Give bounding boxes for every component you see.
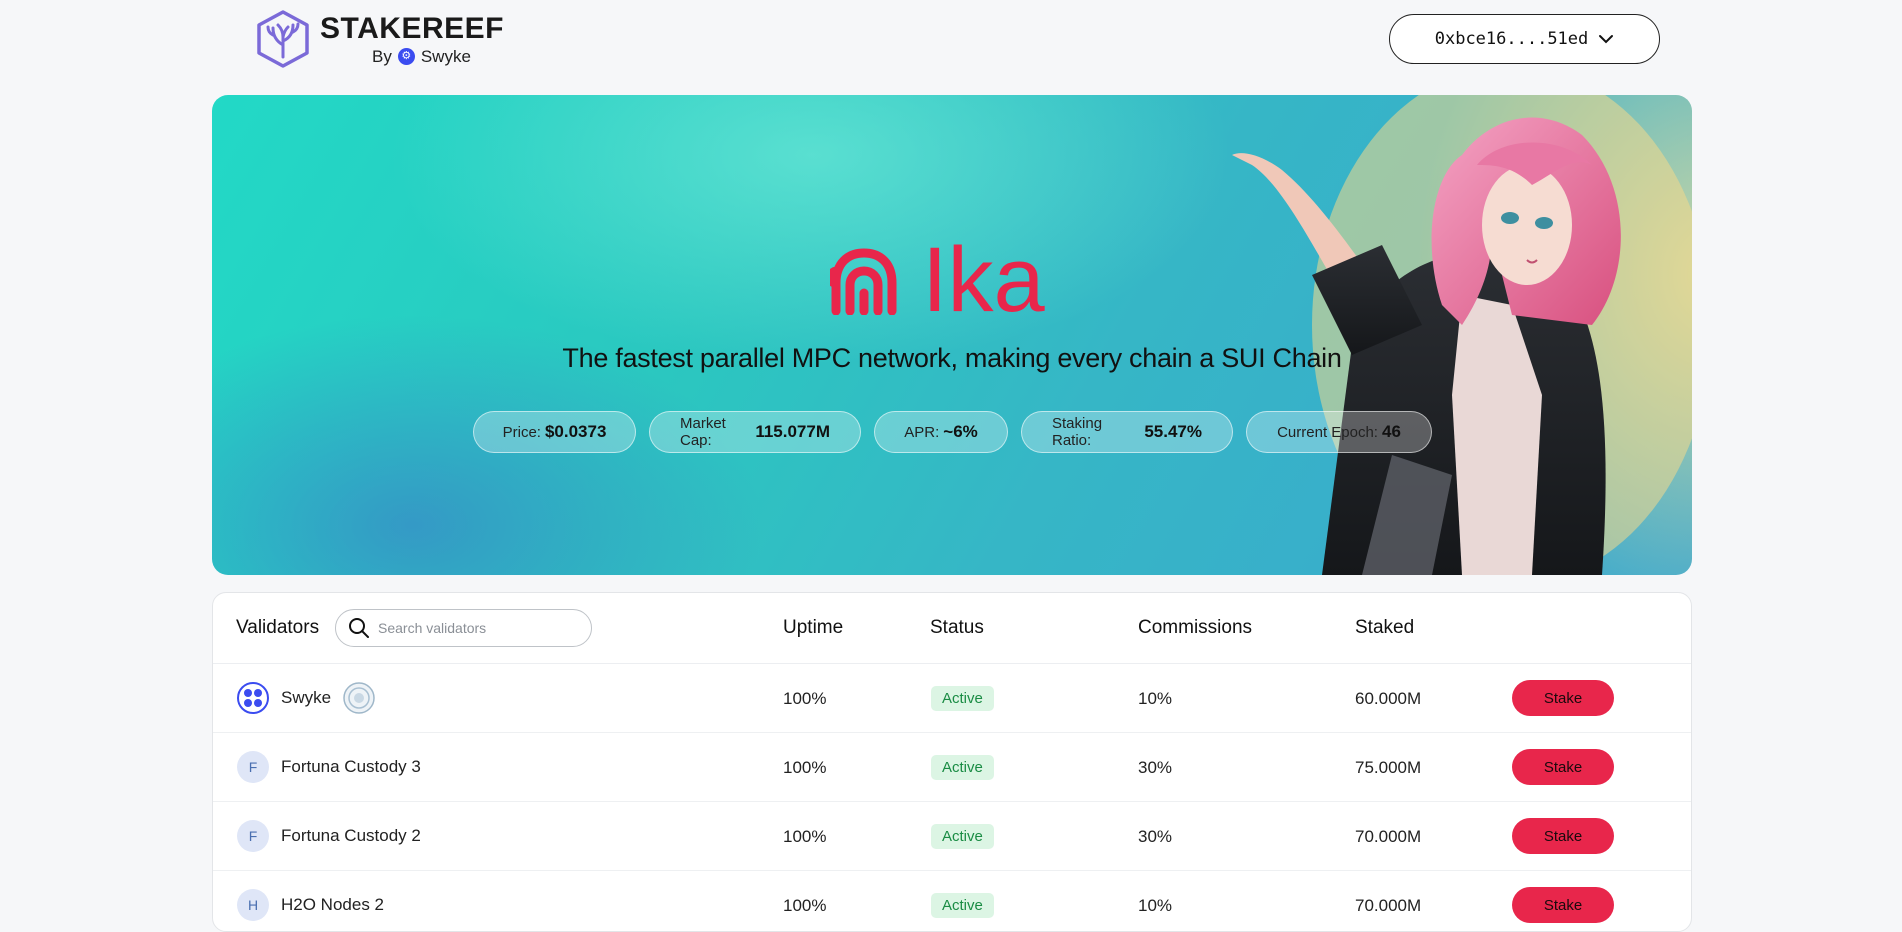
stat-value: ~6% bbox=[943, 422, 978, 441]
staked-value: 70.000M bbox=[1355, 896, 1422, 915]
hero-banner: Ika The fastest parallel MPC network, ma… bbox=[212, 95, 1692, 575]
validator-name: Fortuna Custody 3 bbox=[281, 757, 421, 776]
stake-button[interactable]: Stake bbox=[1512, 749, 1614, 785]
ika-logo: Ika bbox=[830, 233, 1046, 315]
uptime-value: 100% bbox=[783, 758, 827, 777]
validator-name-cell: F Fortuna Custody 3 bbox=[237, 751, 421, 783]
verified-seal-icon bbox=[343, 682, 375, 714]
stat-value: $0.0373 bbox=[544, 422, 607, 441]
header-status: Status bbox=[930, 617, 984, 638]
validator-name-cell: H H2O Nodes 2 bbox=[237, 889, 384, 921]
header-uptime: Uptime bbox=[783, 617, 844, 638]
swyke-icon: ⚙ bbox=[397, 47, 415, 65]
stat-value: 46 bbox=[1381, 422, 1401, 441]
commission-value: 10% bbox=[1138, 896, 1173, 915]
stat-staking-ratio: Staking Ratio: 55.47% bbox=[1021, 411, 1233, 453]
stat-price: Price: $0.0373 bbox=[473, 411, 636, 453]
ika-wordmark: Ika bbox=[922, 233, 1046, 315]
stat-label: Current Epoch: bbox=[1277, 423, 1378, 441]
validator-name: Fortuna Custody 2 bbox=[281, 826, 421, 845]
stat-value: 55.47% bbox=[1144, 422, 1202, 441]
staked-value: 60.000M bbox=[1355, 689, 1422, 708]
table-row[interactable]: Swyke 100% Active 10% 60.000M Stake bbox=[213, 664, 1691, 733]
avatar: H bbox=[237, 889, 269, 921]
wallet-button[interactable]: 0xbce16....51ed bbox=[1389, 14, 1660, 64]
status-badge: Active bbox=[931, 893, 994, 918]
table-row[interactable]: H H2O Nodes 2 100% Active 10% 70.000M St… bbox=[213, 871, 1691, 931]
header-staked: Staked bbox=[1355, 617, 1415, 638]
staked-value: 70.000M bbox=[1355, 827, 1422, 846]
status-badge: Active bbox=[931, 824, 994, 849]
stat-market-cap: Market Cap: 115.077M bbox=[649, 411, 861, 453]
status-badge: Active bbox=[931, 686, 994, 711]
validator-name: H2O Nodes 2 bbox=[281, 895, 384, 914]
wallet-address: 0xbce16....51ed bbox=[1434, 29, 1589, 49]
validator-name-cell: F Fortuna Custody 2 bbox=[237, 820, 421, 852]
stakereef-logo[interactable]: STAKEREEF By ⚙ Swyke bbox=[256, 10, 504, 68]
search-icon bbox=[349, 618, 369, 638]
table-row[interactable]: F Fortuna Custody 3 100% Active 30% 75.0… bbox=[213, 733, 1691, 802]
top-header: STAKEREEF By ⚙ Swyke 0xbce16....51ed bbox=[0, 0, 1902, 80]
table-row[interactable]: F Fortuna Custody 2 100% Active 30% 70.0… bbox=[213, 802, 1691, 871]
search-box[interactable] bbox=[335, 609, 592, 647]
validator-name: Swyke bbox=[281, 688, 332, 707]
header-commissions: Commissions bbox=[1138, 617, 1253, 638]
table-header: Validators Uptime Status Commissions Sta… bbox=[213, 593, 1691, 664]
hero-tagline: The fastest parallel MPC network, making… bbox=[562, 343, 1342, 373]
swyke-avatar-icon bbox=[237, 682, 269, 714]
by-label: By bbox=[372, 46, 392, 66]
uptime-value: 100% bbox=[783, 827, 827, 846]
commission-value: 30% bbox=[1138, 827, 1173, 846]
brand-name: STAKEREEF bbox=[320, 11, 504, 45]
stat-apr: APR: ~6% bbox=[874, 411, 1008, 453]
stake-button[interactable]: Stake bbox=[1512, 887, 1614, 923]
search-input[interactable] bbox=[378, 620, 578, 636]
anime-character-illustration bbox=[1232, 95, 1692, 575]
avatar: F bbox=[237, 820, 269, 852]
commission-value: 30% bbox=[1138, 758, 1173, 777]
avatar: F bbox=[237, 751, 269, 783]
stat-label: Market Cap: bbox=[680, 415, 726, 449]
stake-button[interactable]: Stake bbox=[1512, 680, 1614, 716]
chevron-down-icon bbox=[1599, 35, 1614, 44]
reef-hexagon-icon bbox=[257, 10, 309, 68]
stats-bar: Price: $0.0373 Market Cap: 115.077M APR: ~6… bbox=[473, 411, 1432, 453]
stat-label: Staking Ratio: bbox=[1052, 415, 1103, 449]
brand-byline: By ⚙ Swyke bbox=[372, 46, 504, 66]
stat-value: 115.077M bbox=[755, 422, 830, 441]
staked-value: 75.000M bbox=[1355, 758, 1422, 777]
stat-current-epoch: Current Epoch: 46 bbox=[1246, 411, 1432, 453]
header-validators: Validators bbox=[236, 617, 320, 638]
stake-button[interactable]: Stake bbox=[1512, 818, 1614, 854]
uptime-value: 100% bbox=[783, 689, 827, 708]
validators-table: Validators Uptime Status Commissions Sta… bbox=[212, 592, 1692, 932]
partner-name: Swyke bbox=[420, 46, 471, 66]
stat-label: APR: bbox=[904, 423, 940, 441]
uptime-value: 100% bbox=[783, 896, 827, 915]
status-badge: Active bbox=[931, 755, 994, 780]
stat-label: Price: bbox=[502, 423, 541, 441]
commission-value: 10% bbox=[1138, 689, 1173, 708]
validator-name-cell: Swyke bbox=[237, 682, 375, 714]
